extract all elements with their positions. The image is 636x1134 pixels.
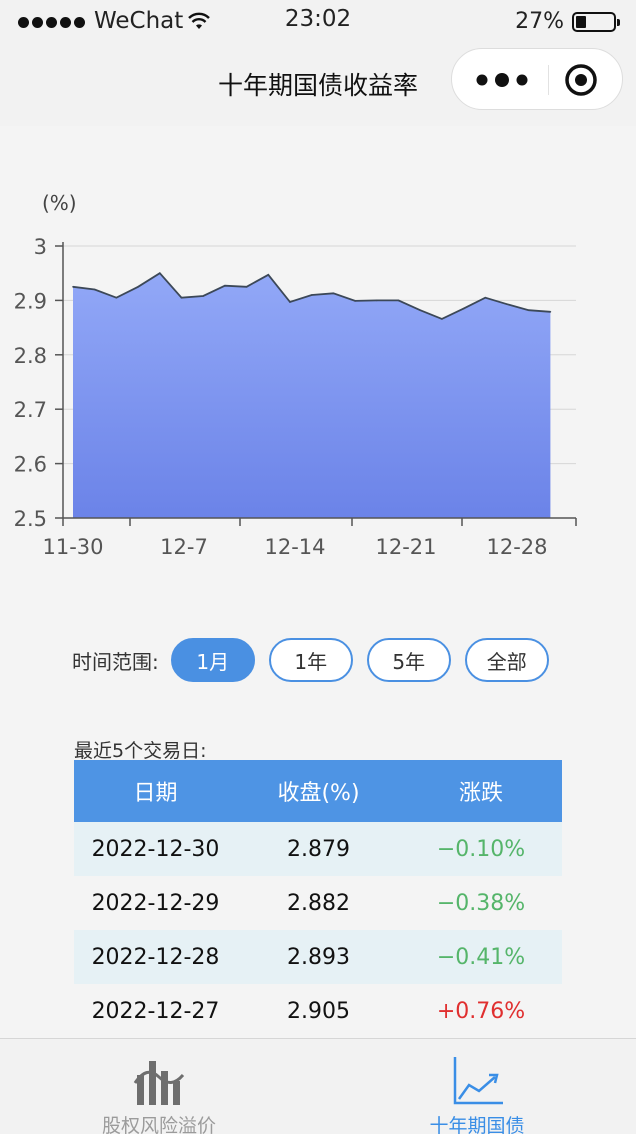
data-point bbox=[419, 309, 422, 311]
bar-chart-icon bbox=[133, 1061, 185, 1105]
x-tick-label: 12-14 bbox=[264, 535, 325, 559]
data-point bbox=[527, 309, 530, 311]
area-fill bbox=[73, 273, 551, 518]
yield-area-chart: (%) 3 2.9 2.8 2.7 2.6 2.5 11-30 12-7 12-14 12-21 12… bbox=[14, 191, 577, 559]
range-button-1y[interactable]: 1年 bbox=[268, 638, 353, 682]
yield-chart: (%) 3 2.9 2.8 2.7 2.6 2.5 11-30 12-7 12-14 12-21 12… bbox=[0, 126, 636, 586]
data-point bbox=[376, 299, 378, 302]
range-button-1m[interactable]: 1月 bbox=[170, 638, 255, 682]
row-change: −0.38% bbox=[436, 890, 526, 916]
data-point bbox=[72, 286, 74, 288]
x-tick-label: 12-7 bbox=[160, 535, 208, 559]
time-range-label: 时间范围: bbox=[72, 649, 159, 674]
row-date: 2022-12-28 bbox=[91, 944, 220, 970]
x-tick-label: 12-21 bbox=[375, 535, 436, 559]
bottom-tab-bar: 股权风险溢价 十年期国债 bbox=[0, 1038, 636, 1134]
tab-equity-risk-premium[interactable]: 股权风险溢价 bbox=[0, 1039, 318, 1134]
x-tick-label: 12-28 bbox=[486, 535, 547, 559]
row-date: 2022-12-30 bbox=[91, 836, 220, 862]
row-close: 2.905 bbox=[287, 998, 350, 1024]
data-point bbox=[549, 311, 552, 313]
tab-ten-year-bond[interactable]: 十年期国债 bbox=[318, 1039, 636, 1134]
row-close: 2.893 bbox=[287, 944, 350, 970]
more-dots-icon[interactable] bbox=[472, 67, 532, 93]
data-point bbox=[506, 303, 508, 305]
row-date: 2022-12-27 bbox=[91, 998, 220, 1024]
table-row: 2022-12-28 2.893 −0.41% bbox=[74, 930, 562, 984]
data-point bbox=[484, 296, 487, 299]
row-change: +0.76% bbox=[436, 998, 526, 1024]
tab-label: 十年期国债 bbox=[429, 1115, 525, 1134]
y-tick-label: 2.5 bbox=[14, 507, 47, 531]
data-point bbox=[180, 296, 183, 299]
data-point bbox=[397, 299, 400, 302]
data-point bbox=[202, 295, 204, 297]
row-date: 2022-12-29 bbox=[91, 890, 220, 916]
data-point bbox=[289, 301, 291, 303]
row-change: −0.41% bbox=[436, 944, 526, 970]
battery-percent: 27% bbox=[515, 9, 564, 34]
line-trend-icon bbox=[453, 1057, 503, 1105]
data-point bbox=[245, 286, 248, 288]
navigation-bar: 十年期国债收益率 bbox=[0, 44, 636, 126]
table-row: 2022-12-27 2.905 +0.76% bbox=[74, 984, 562, 1038]
recent-days-title: 最近5个交易日: bbox=[74, 740, 207, 762]
row-close: 2.882 bbox=[287, 890, 350, 916]
table-header: 日期 收盘(%) 涨跌 bbox=[74, 760, 562, 822]
table-row: 2022-12-29 2.882 −0.38% bbox=[74, 876, 562, 930]
header-change: 涨跌 bbox=[458, 781, 503, 806]
data-point bbox=[462, 307, 465, 310]
data-point bbox=[332, 292, 335, 295]
data-point bbox=[93, 288, 96, 291]
header-close: 收盘(%) bbox=[277, 781, 360, 806]
data-point bbox=[224, 284, 226, 287]
data-point bbox=[310, 294, 313, 296]
miniprogram-capsule bbox=[451, 48, 623, 110]
row-change: −0.10% bbox=[436, 836, 526, 862]
data-point bbox=[159, 272, 161, 274]
x-tick-label: 11-30 bbox=[42, 535, 103, 559]
range-button-5y[interactable]: 5年 bbox=[366, 638, 451, 682]
y-axis-label: (%) bbox=[42, 191, 77, 215]
capsule-divider bbox=[548, 65, 549, 95]
time-range-selector: 时间范围: 1月 1年 5年 全部 bbox=[72, 638, 549, 682]
y-tick-label: 2.9 bbox=[14, 289, 47, 313]
y-tick-label: 2.6 bbox=[14, 453, 47, 477]
table-row: 2022-12-30 2.879 −0.10% bbox=[74, 822, 562, 876]
recent-days-table: 日期 收盘(%) 涨跌 2022-12-30 2.879 −0.10% 2022… bbox=[74, 760, 562, 1038]
header-date: 日期 bbox=[133, 781, 178, 806]
y-tick-label: 2.7 bbox=[14, 398, 47, 422]
battery-icon bbox=[572, 11, 620, 32]
battery-group: 27% bbox=[515, 9, 620, 34]
data-point bbox=[267, 274, 270, 276]
data-point bbox=[137, 286, 139, 288]
data-point bbox=[354, 300, 356, 302]
data-point bbox=[115, 296, 118, 299]
target-close-icon[interactable] bbox=[564, 63, 598, 97]
row-close: 2.879 bbox=[287, 836, 350, 862]
y-tick-label: 2.8 bbox=[14, 344, 47, 368]
y-tick-label: 3 bbox=[34, 235, 47, 259]
range-button-all[interactable]: 全部 bbox=[464, 638, 549, 682]
tab-label: 股权风险溢价 bbox=[101, 1115, 216, 1134]
status-bar: WeChat 23:02 27% bbox=[0, 0, 636, 44]
data-point bbox=[441, 318, 443, 320]
